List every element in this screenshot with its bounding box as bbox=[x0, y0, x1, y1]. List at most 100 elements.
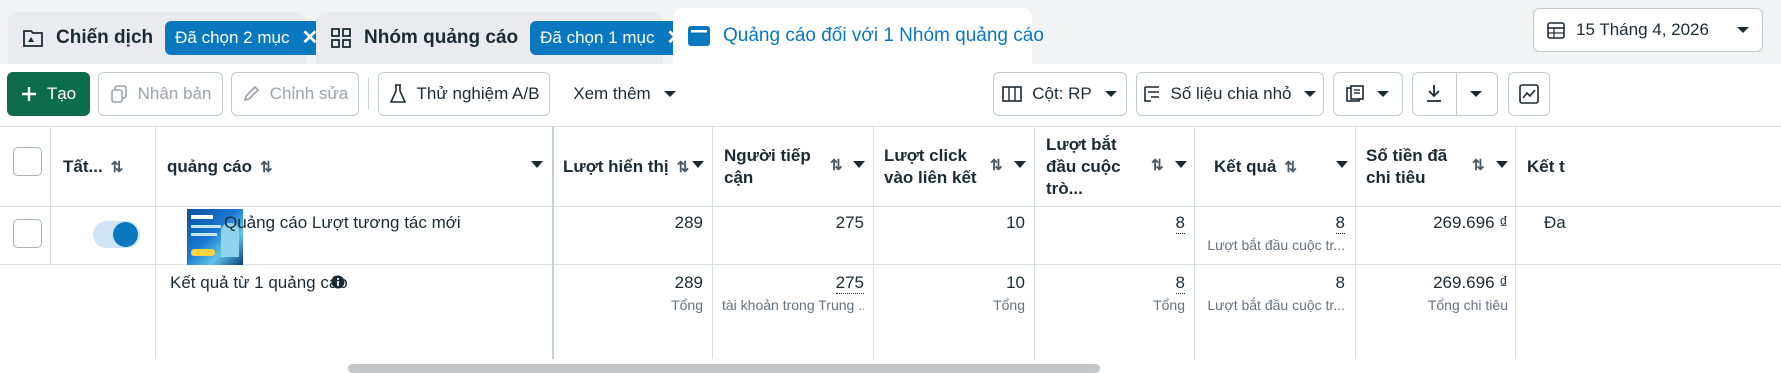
column-header-conversations[interactable]: Lượt bắt đầu cuộc trò... bbox=[1046, 127, 1146, 207]
column-header-ad[interactable]: quảng cáo ⇅ bbox=[167, 127, 273, 207]
summary-link-clicks-sub: Tổng bbox=[993, 297, 1025, 313]
ab-test-button[interactable]: Thử nghiệm A/B bbox=[378, 72, 550, 116]
sort-icon[interactable]: ⇅ bbox=[830, 156, 843, 174]
column-header-impressions[interactable]: Lượt hiển thị ⇅ bbox=[563, 127, 689, 207]
summary-spend-sub: Tổng chi tiêu bbox=[1427, 297, 1508, 313]
row-next: Đa bbox=[1544, 213, 1566, 232]
sort-icon[interactable]: ⇅ bbox=[990, 156, 1003, 174]
row-impressions: 289 bbox=[674, 213, 703, 232]
date-range-picker[interactable]: 15 Tháng 4, 2026 bbox=[1533, 8, 1763, 52]
sort-icon[interactable]: ⇅ bbox=[260, 158, 273, 176]
column-divider bbox=[1194, 127, 1195, 359]
selected-campaigns-pill[interactable]: Đã chọn 2 mục ✕ bbox=[165, 21, 329, 55]
summary-reach[interactable]: 275 bbox=[835, 273, 864, 294]
summary-conversations[interactable]: 8 bbox=[1175, 273, 1185, 294]
summary-spend: 269.696 ₫ bbox=[1433, 273, 1508, 292]
calendar-icon bbox=[1546, 20, 1566, 40]
sort-icon[interactable]: ⇅ bbox=[111, 158, 124, 176]
summary-row: Kết quả từ 1 quảng cáo 289 Tổng 275 tài … bbox=[0, 265, 1781, 358]
column-divider bbox=[873, 127, 874, 359]
impressions-header-label: Lượt hiển thị bbox=[563, 157, 669, 176]
horizontal-scrollbar[interactable] bbox=[348, 364, 1100, 373]
edit-button[interactable]: Chỉnh sửa bbox=[231, 72, 359, 116]
row-spend: 269.696 ₫ bbox=[1433, 213, 1508, 232]
row-conversations[interactable]: 8 bbox=[1175, 213, 1185, 234]
select-all-checkbox[interactable] bbox=[13, 147, 42, 176]
duplicate-button[interactable]: Nhân bản bbox=[98, 72, 223, 116]
chevron-down-icon[interactable] bbox=[1496, 161, 1508, 168]
column-divider bbox=[1034, 127, 1035, 359]
download-icon bbox=[1413, 84, 1455, 104]
table-header-row: Tất... ⇅ quảng cáo ⇅ Lượt hiển thị ⇅ Ngư… bbox=[0, 127, 1781, 207]
columns-icon bbox=[1002, 85, 1023, 103]
toggle-header-label: Tất... bbox=[63, 157, 103, 176]
chevron-down-icon[interactable] bbox=[1175, 161, 1187, 168]
column-header-results[interactable]: Kết quả ⇅ bbox=[1214, 127, 1297, 207]
grid-icon bbox=[330, 27, 352, 49]
sort-icon[interactable]: ⇅ bbox=[1151, 156, 1164, 174]
tab-campaigns[interactable]: Chiến dịch Đã chọn 2 mục ✕ bbox=[8, 12, 329, 64]
chevron-down-icon[interactable] bbox=[1455, 89, 1497, 99]
tab-campaigns-label: Chiến dịch bbox=[56, 27, 154, 48]
duplicate-label: Nhân bản bbox=[137, 84, 212, 103]
column-header-link-clicks[interactable]: Lượt click vào liên kết bbox=[884, 127, 980, 207]
column-divider bbox=[155, 127, 156, 359]
column-header-toggle[interactable]: Tất... ⇅ bbox=[63, 127, 123, 207]
chevron-down-icon bbox=[1303, 89, 1317, 99]
chevron-down-icon[interactable] bbox=[692, 161, 704, 168]
summary-label: Kết quả từ 1 quảng cáo bbox=[170, 273, 348, 292]
sort-icon[interactable]: ⇅ bbox=[1284, 158, 1297, 176]
chevron-down-icon bbox=[1104, 89, 1118, 99]
pencil-icon bbox=[242, 85, 260, 103]
chevron-down-icon[interactable] bbox=[853, 161, 865, 168]
chevron-down-icon bbox=[663, 89, 677, 99]
row-reach: 275 bbox=[835, 213, 864, 232]
chevron-down-icon[interactable] bbox=[531, 161, 543, 168]
plus-icon bbox=[21, 86, 37, 102]
table-row[interactable]: Quảng cáo Lượt tương tác mới 289 275 10 … bbox=[0, 207, 1781, 265]
column-header-reach[interactable]: Người tiếp cận bbox=[724, 127, 814, 207]
edit-label: Chỉnh sửa bbox=[269, 84, 349, 103]
see-more-button[interactable]: Xem thêm bbox=[560, 72, 690, 116]
column-header-next[interactable]: Kết t bbox=[1527, 127, 1565, 207]
breakdown-icon bbox=[1143, 85, 1161, 103]
report-icon bbox=[1346, 85, 1366, 103]
summary-impressions-sub: Tổng bbox=[671, 297, 703, 313]
summary-link-clicks: 10 bbox=[1006, 273, 1025, 292]
tab-adsets[interactable]: Nhóm quảng cáo Đã chọn 1 mục ✕ bbox=[316, 12, 694, 64]
next-header-label: Kết t bbox=[1527, 157, 1565, 176]
ads-panel: Tạo Nhân bản Chỉnh sửa Thử nghiệm A/B Xe… bbox=[0, 64, 1781, 373]
tab-ads-label: Quảng cáo đối với 1 Nhóm quảng cáo bbox=[723, 25, 1044, 46]
ad-status-toggle[interactable] bbox=[93, 221, 140, 248]
column-header-spend[interactable]: Số tiền đã chi tiêu bbox=[1366, 127, 1466, 207]
row-results[interactable]: 8 bbox=[1335, 213, 1345, 234]
row-checkbox[interactable] bbox=[13, 219, 42, 248]
chart-icon bbox=[1519, 84, 1539, 104]
export-button[interactable] bbox=[1412, 72, 1498, 116]
results-header-label: Kết quả bbox=[1214, 157, 1277, 176]
level-tabs: Chiến dịch Đã chọn 2 mục ✕ Nhóm quảng cá… bbox=[0, 0, 1781, 64]
charts-button[interactable] bbox=[1508, 72, 1550, 116]
columns-button[interactable]: Cột: RP bbox=[993, 72, 1127, 116]
reports-button[interactable] bbox=[1333, 72, 1403, 116]
summary-results: 8 bbox=[1335, 273, 1345, 292]
sort-icon[interactable]: ⇅ bbox=[1472, 156, 1485, 174]
info-icon[interactable] bbox=[331, 275, 345, 289]
tab-ads[interactable]: Quảng cáo đối với 1 Nhóm quảng cáo bbox=[673, 8, 1044, 64]
chevron-down-icon[interactable] bbox=[1014, 161, 1026, 168]
link-clicks-header-label: Lượt click vào liên kết bbox=[884, 146, 977, 187]
column-divider bbox=[50, 127, 51, 207]
summary-conversations-sub: Tổng bbox=[1153, 297, 1185, 313]
ad-icon bbox=[687, 24, 711, 48]
breakdown-button[interactable]: Số liệu chia nhỏ bbox=[1136, 72, 1324, 116]
chevron-down-icon[interactable] bbox=[1336, 161, 1348, 168]
split-divider bbox=[1456, 73, 1457, 115]
ad-header-label: quảng cáo bbox=[167, 157, 253, 176]
sort-icon[interactable]: ⇅ bbox=[677, 158, 690, 176]
selected-campaigns-label: Đã chọn 2 mục bbox=[175, 28, 290, 47]
selected-adsets-pill[interactable]: Đã chọn 1 mục ✕ bbox=[530, 21, 694, 55]
ad-name-link[interactable]: Quảng cáo Lượt tương tác mới bbox=[224, 213, 461, 233]
toggle-knob bbox=[113, 222, 138, 247]
frozen-column-divider[interactable] bbox=[552, 127, 554, 359]
create-button[interactable]: Tạo bbox=[7, 72, 90, 116]
